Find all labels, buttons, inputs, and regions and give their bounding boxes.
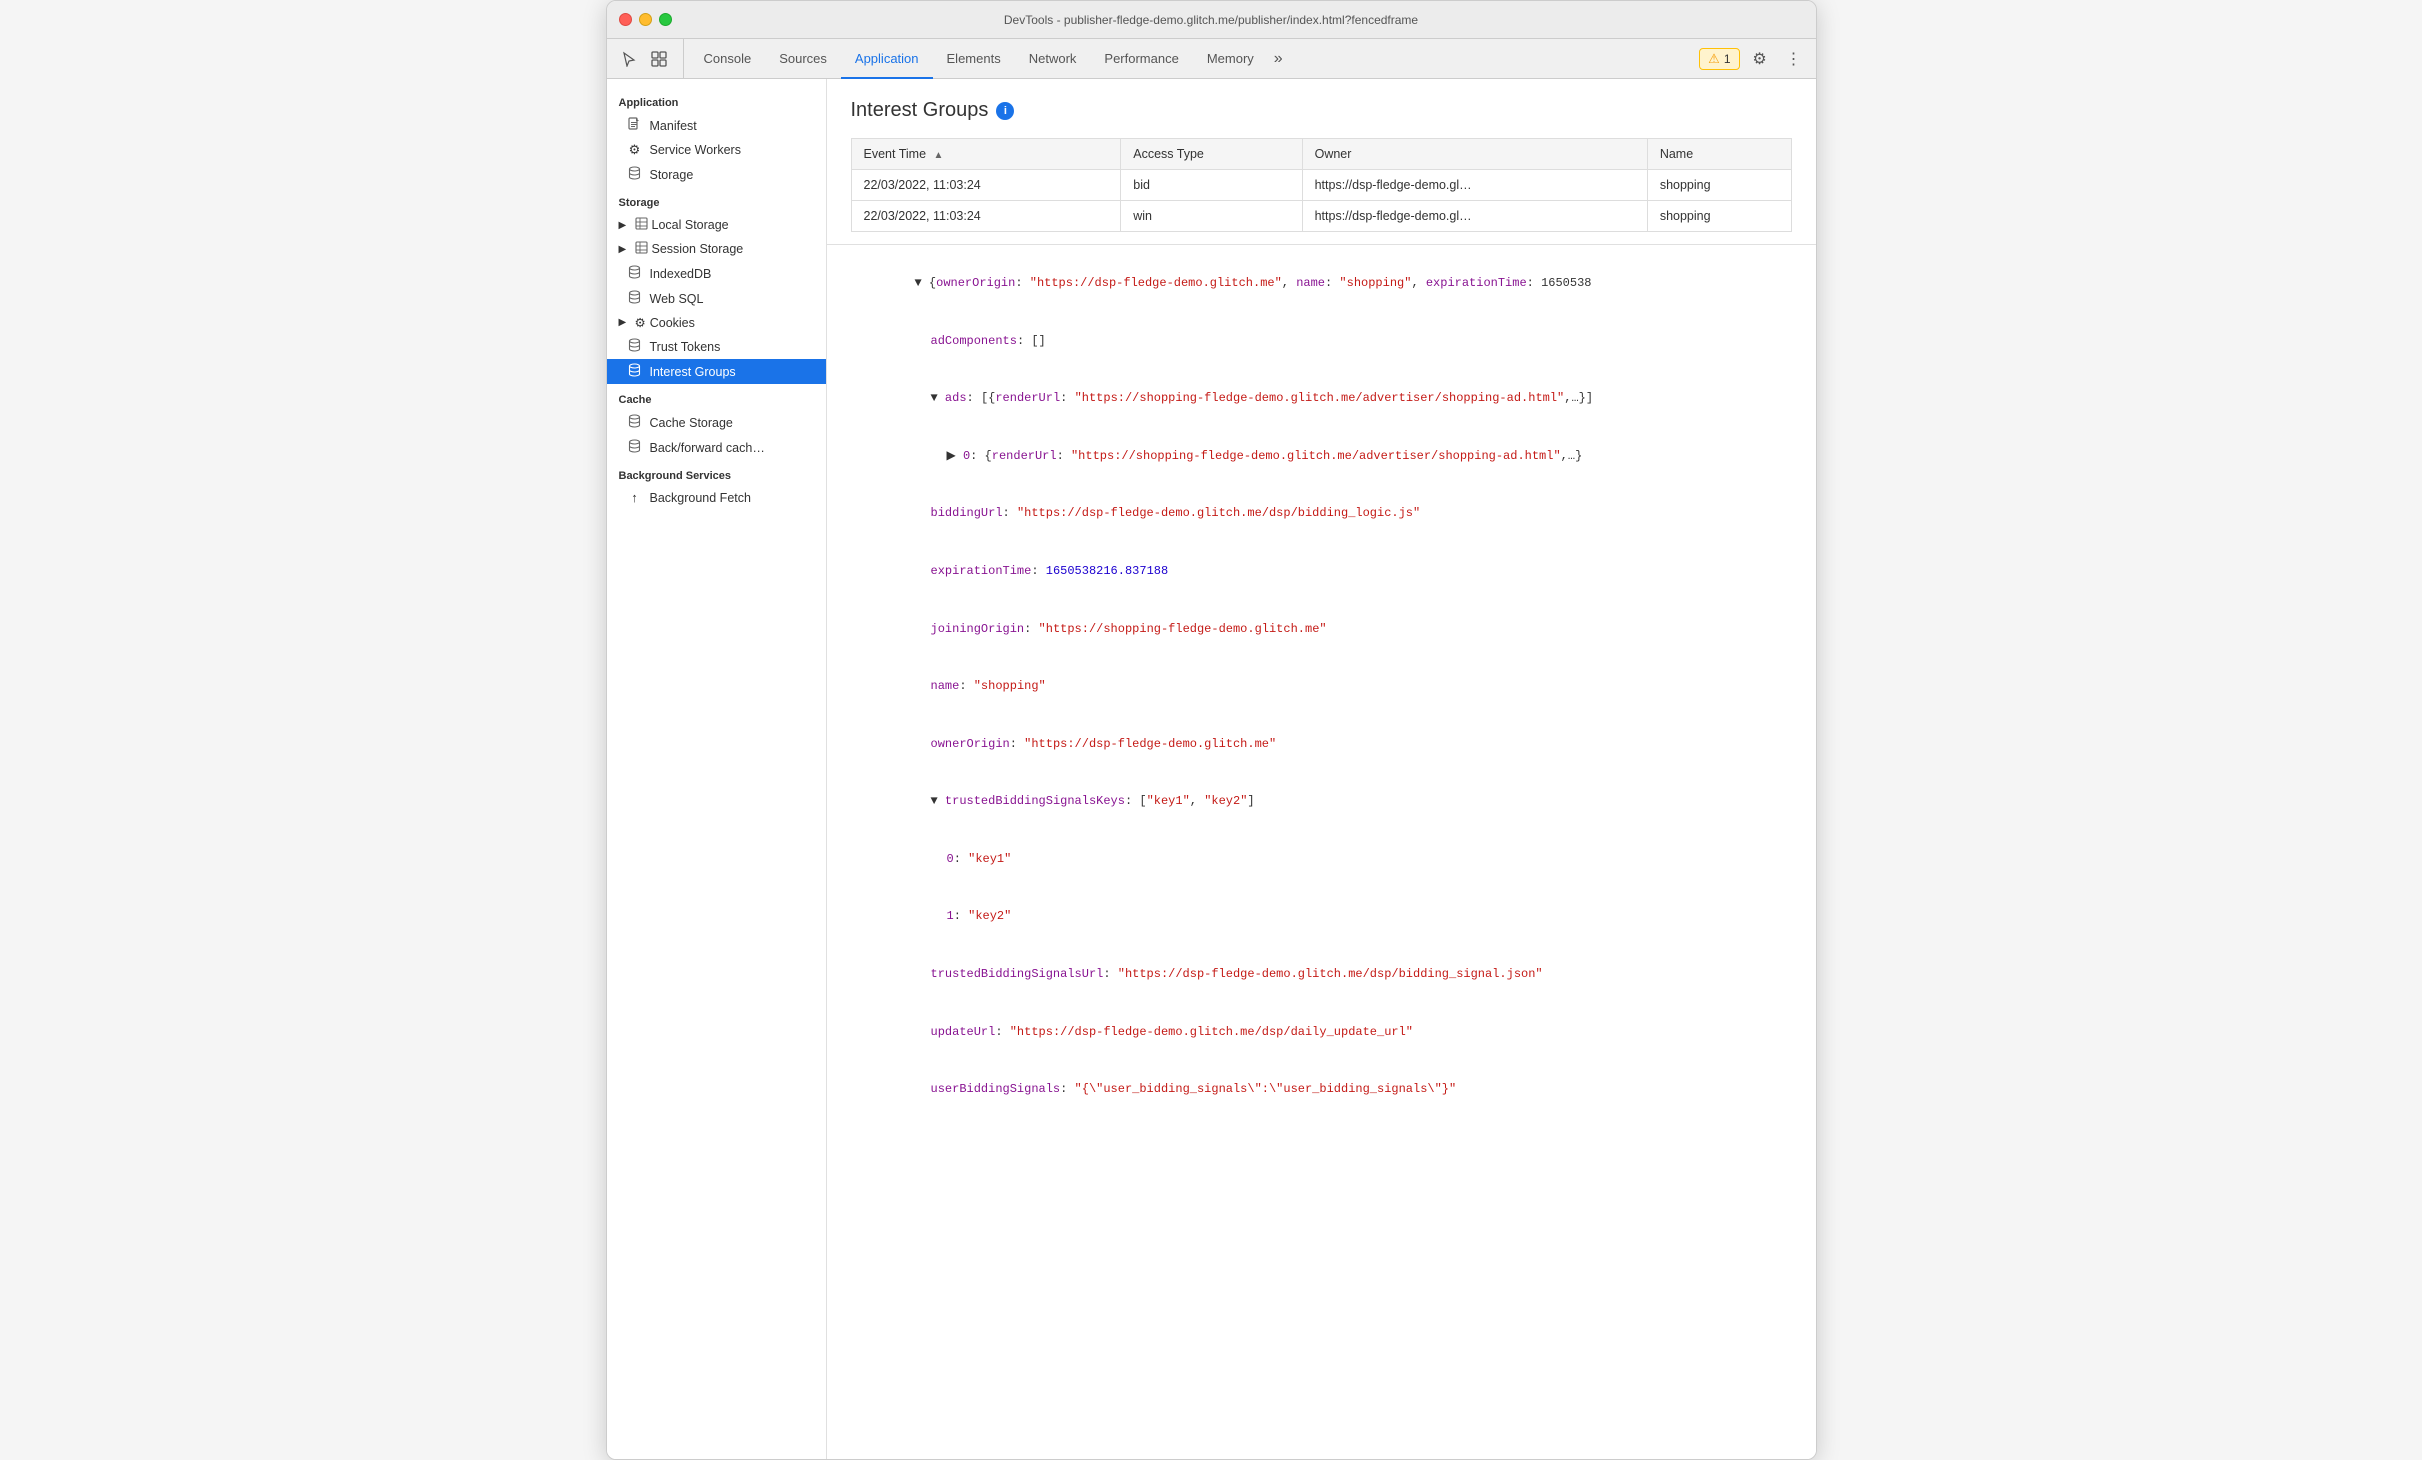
cell-access-type-2: win xyxy=(1121,201,1302,232)
sidebar-item-trust-tokens[interactable]: Trust Tokens xyxy=(607,334,826,359)
content-area: Interest Groups i Event Time ▲ Access Ty… xyxy=(827,79,1816,1459)
expand-arrow-cookies: ▶ xyxy=(619,317,631,328)
sidebar-section-cache: Cache xyxy=(607,384,826,410)
more-options-button[interactable]: ⋮ xyxy=(1780,45,1808,73)
cell-event-time-1: 22/03/2022, 11:03:24 xyxy=(851,170,1121,201)
db-icon-indexed xyxy=(627,265,643,282)
th-event-time[interactable]: Event Time ▲ xyxy=(851,139,1121,170)
warning-icon: ⚠ xyxy=(1708,51,1720,67)
sidebar-item-local-storage[interactable]: ▶ Local Storage xyxy=(607,213,826,237)
cell-event-time-2: 22/03/2022, 11:03:24 xyxy=(851,201,1121,232)
sidebar: Application Manifest ⚙ Service Workers xyxy=(607,79,827,1459)
detail-line-13: trustedBiddingSignalsUrl: "https://dsp-f… xyxy=(843,946,1800,1004)
th-access-type[interactable]: Access Type xyxy=(1121,139,1302,170)
toolbar: Console Sources Application Elements Net… xyxy=(607,39,1816,79)
detail-panel[interactable]: ▼ {ownerOrigin: "https://dsp-fledge-demo… xyxy=(827,245,1816,1459)
title-bar: DevTools - publisher-fledge-demo.glitch.… xyxy=(607,1,1816,39)
db-icon-bfcache xyxy=(627,439,643,456)
detail-line-15: userBiddingSignals: "{\"user_bidding_sig… xyxy=(843,1061,1800,1119)
th-name[interactable]: Name xyxy=(1647,139,1791,170)
sidebar-item-service-workers[interactable]: ⚙ Service Workers xyxy=(607,138,826,162)
table-icon-2 xyxy=(635,241,648,257)
sidebar-item-back-forward-cache[interactable]: Back/forward cach… xyxy=(607,435,826,460)
sidebar-item-web-sql[interactable]: Web SQL xyxy=(607,286,826,311)
expand-arrow-local-storage: ▶ xyxy=(619,220,631,231)
cursor-icon-button[interactable] xyxy=(615,45,643,73)
detail-line-4: ▶ 0: {renderUrl: "https://shopping-fledg… xyxy=(843,428,1800,486)
file-icon xyxy=(627,117,643,134)
sidebar-item-session-storage[interactable]: ▶ Session Storage xyxy=(607,237,826,261)
cookie-icon: ⚙ xyxy=(635,315,646,330)
tab-list: Console Sources Application Elements Net… xyxy=(690,39,1698,78)
cell-name-1: shopping xyxy=(1647,170,1791,201)
info-icon[interactable]: i xyxy=(996,102,1014,120)
traffic-lights xyxy=(619,13,672,26)
db-icon-interest xyxy=(627,363,643,380)
sidebar-item-interest-groups[interactable]: Interest Groups xyxy=(607,359,826,384)
warning-count: 1 xyxy=(1724,52,1731,66)
warning-badge[interactable]: ⚠ 1 xyxy=(1699,48,1739,70)
ig-title-row: Interest Groups i xyxy=(851,99,1792,122)
cell-owner-2: https://dsp-fledge-demo.gl… xyxy=(1302,201,1647,232)
db-icon-cache xyxy=(627,414,643,431)
detail-line-8: name: "shopping" xyxy=(843,658,1800,716)
detail-line-10: ▼ trustedBiddingSignalsKeys: ["key1", "k… xyxy=(843,773,1800,831)
ig-title: Interest Groups xyxy=(851,99,989,122)
main-layout: Application Manifest ⚙ Service Workers xyxy=(607,79,1816,1459)
sidebar-section-bg-services: Background Services xyxy=(607,460,826,486)
sidebar-item-cookies[interactable]: ▶ ⚙ Cookies xyxy=(607,311,826,334)
detail-line-3: ▼ ads: [{renderUrl: "https://shopping-fl… xyxy=(843,370,1800,428)
cell-name-2: shopping xyxy=(1647,201,1791,232)
settings-button[interactable]: ⚙ xyxy=(1746,45,1774,73)
tab-sources[interactable]: Sources xyxy=(765,40,841,79)
tab-performance[interactable]: Performance xyxy=(1090,40,1192,79)
detail-line-11: 0: "key1" xyxy=(843,831,1800,889)
tab-memory[interactable]: Memory xyxy=(1193,40,1268,79)
sidebar-item-indexeddb[interactable]: IndexedDB xyxy=(607,261,826,286)
sidebar-item-manifest[interactable]: Manifest xyxy=(607,113,826,138)
detail-line-7: joiningOrigin: "https://shopping-fledge-… xyxy=(843,600,1800,658)
toolbar-right: ⚠ 1 ⚙ ⋮ xyxy=(1699,39,1807,78)
expand-arrow-session-storage: ▶ xyxy=(619,244,631,255)
cell-access-type-1: bid xyxy=(1121,170,1302,201)
sidebar-item-background-fetch[interactable]: ↑ Background Fetch xyxy=(607,486,826,509)
interest-groups-section: Interest Groups i Event Time ▲ Access Ty… xyxy=(827,79,1816,245)
devtools-window: DevTools - publisher-fledge-demo.glitch.… xyxy=(606,0,1817,1460)
table-row[interactable]: 22/03/2022, 11:03:24 win https://dsp-fle… xyxy=(851,201,1791,232)
detail-line-14: updateUrl: "https://dsp-fledge-demo.glit… xyxy=(843,1003,1800,1061)
sidebar-section-application: Application xyxy=(607,87,826,113)
detail-line-6: expirationTime: 1650538216.837188 xyxy=(843,543,1800,601)
detail-line-1: ▼ {ownerOrigin: "https://dsp-fledge-demo… xyxy=(843,255,1800,313)
window-title: DevTools - publisher-fledge-demo.glitch.… xyxy=(1004,13,1418,27)
tab-elements[interactable]: Elements xyxy=(933,40,1015,79)
database-icon xyxy=(627,166,643,183)
sidebar-section-storage: Storage xyxy=(607,187,826,213)
maximize-button[interactable] xyxy=(659,13,672,26)
sidebar-item-storage-app[interactable]: Storage xyxy=(607,162,826,187)
tab-console[interactable]: Console xyxy=(690,40,766,79)
db-icon-trust xyxy=(627,338,643,355)
db-icon-websql xyxy=(627,290,643,307)
th-owner[interactable]: Owner xyxy=(1302,139,1647,170)
ig-table: Event Time ▲ Access Type Owner Name xyxy=(851,138,1792,232)
table-icon xyxy=(635,217,648,233)
cell-owner-1: https://dsp-fledge-demo.gl… xyxy=(1302,170,1647,201)
table-row[interactable]: 22/03/2022, 11:03:24 bid https://dsp-fle… xyxy=(851,170,1791,201)
detail-line-12: 1: "key2" xyxy=(843,888,1800,946)
sort-arrow-icon: ▲ xyxy=(934,150,944,161)
gear-icon: ⚙ xyxy=(627,142,643,158)
inspect-icon-button[interactable] xyxy=(645,45,673,73)
tab-application[interactable]: Application xyxy=(841,40,933,79)
detail-line-9: ownerOrigin: "https://dsp-fledge-demo.gl… xyxy=(843,716,1800,774)
close-button[interactable] xyxy=(619,13,632,26)
toolbar-icon-group xyxy=(615,39,684,78)
more-tabs-button[interactable]: » xyxy=(1268,39,1289,78)
detail-line-2: adComponents: [] xyxy=(843,313,1800,371)
upload-icon: ↑ xyxy=(627,490,643,505)
sidebar-item-cache-storage[interactable]: Cache Storage xyxy=(607,410,826,435)
detail-line-5: biddingUrl: "https://dsp-fledge-demo.gli… xyxy=(843,485,1800,543)
minimize-button[interactable] xyxy=(639,13,652,26)
tab-network[interactable]: Network xyxy=(1015,40,1091,79)
